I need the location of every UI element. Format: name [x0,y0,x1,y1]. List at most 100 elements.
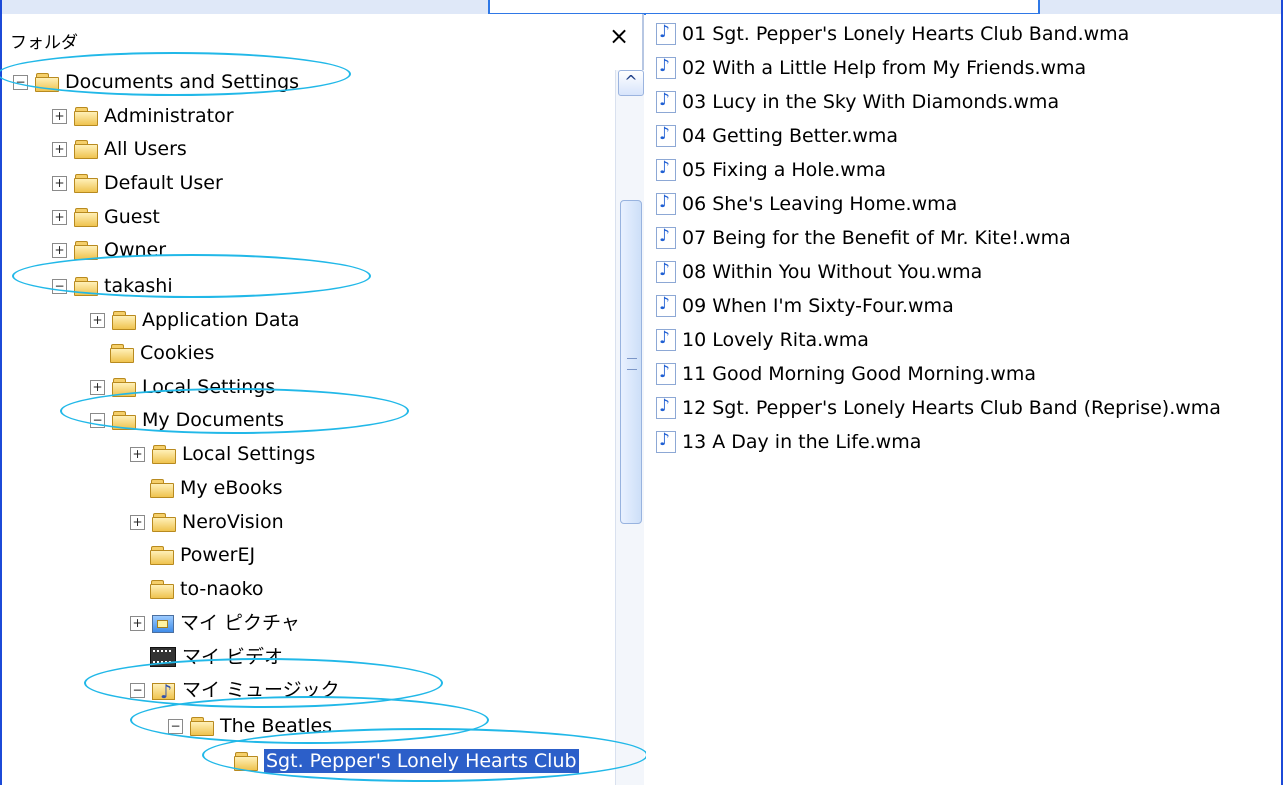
tree-item-takashi[interactable]: − takashi [52,270,173,302]
file-row[interactable]: ♪ 06 She's Leaving Home.wma [656,187,957,221]
expand-icon[interactable]: + [130,514,145,530]
tree-item-cookies[interactable]: Cookies [110,337,214,369]
file-row[interactable]: ♪ 05 Fixing a Hole.wma [656,153,886,187]
scrollbar-thumb[interactable] [620,200,642,524]
tree-item-label: PowerEJ [180,544,256,566]
file-name: 13 A Day in the Life.wma [682,431,922,453]
tree-item-local-settings-mydocs[interactable]: + Local Settings [130,438,315,470]
file-name: 07 Being for the Benefit of Mr. Kite!.wm… [682,227,1071,249]
tree-item-label: Documents and Settings [65,71,300,93]
folder-icon [190,717,214,736]
tree-item-the-beatles[interactable]: − The Beatles [168,710,332,742]
tree-item-nerovision[interactable]: + NeroVision [130,506,284,538]
file-row[interactable]: ♪ 09 When I'm Sixty-Four.wma [656,289,954,323]
audio-file-icon: ♪ [656,328,676,351]
audio-file-icon: ♪ [656,90,676,113]
file-row[interactable]: ♪ 01 Sgt. Pepper's Lonely Hearts Club Ba… [656,17,1129,51]
tree-item-label: Default User [104,172,223,194]
folder-icon [112,411,136,430]
expand-icon[interactable]: + [130,446,145,462]
folder-pane: フォルダ × − Documents and Settings + Admini… [2,14,644,785]
folder-tree: − Documents and Settings + Administrator… [2,14,615,785]
tree-item-label: takashi [104,275,173,297]
tree-item-documents-and-settings[interactable]: − Documents and Settings [13,66,299,98]
tree-item-label: Cookies [140,342,215,364]
folder-icon [150,580,174,599]
tree-item-my-music[interactable]: − マイ ミュージック [130,674,340,708]
file-row[interactable]: ♪ 11 Good Morning Good Morning.wma [656,357,1036,391]
file-row[interactable]: ♪ 02 With a Little Help from My Friends.… [656,51,1086,85]
expand-icon[interactable]: + [52,175,67,191]
tree-item-label: NeroVision [182,511,284,533]
file-name: 01 Sgt. Pepper's Lonely Hearts Club Band… [682,23,1130,45]
expand-icon[interactable]: + [90,312,105,328]
folder-icon [74,174,98,193]
tree-item-label: The Beatles [220,715,333,737]
tree-item-label: My eBooks [180,477,283,499]
expand-icon[interactable]: + [52,209,67,225]
file-name: 05 Fixing a Hole.wma [682,159,886,181]
folder-tree-scrollbar[interactable]: ^ [615,70,644,785]
file-row[interactable]: ♪ 10 Lovely Rita.wma [656,323,869,357]
file-name: 04 Getting Better.wma [682,125,899,147]
tree-item-all-users[interactable]: + All Users [52,133,187,165]
tree-item-label: All Users [104,138,187,160]
top-callout-box [488,0,1040,15]
expand-icon[interactable]: + [130,615,145,631]
tree-item-powerej[interactable]: PowerEJ [150,539,255,571]
audio-file-icon: ♪ [656,192,676,215]
tree-item-administrator[interactable]: + Administrator [52,100,234,132]
audio-file-icon: ♪ [656,158,676,181]
tree-item-guest[interactable]: + Guest [52,201,160,233]
folder-icon [150,479,174,498]
expand-icon[interactable]: + [90,379,105,395]
file-name: 10 Lovely Rita.wma [682,329,869,351]
tree-item-label: Administrator [104,105,234,127]
tree-item-label: Guest [104,206,160,228]
tree-item-local-settings[interactable]: + Local Settings [90,371,275,403]
videos-folder-icon [150,647,176,667]
scroll-up-icon[interactable]: ^ [618,70,644,96]
file-row[interactable]: ♪ 07 Being for the Benefit of Mr. Kite!.… [656,221,1071,255]
tree-item-my-documents[interactable]: − My Documents [90,404,284,436]
tree-item-to-naoko[interactable]: to-naoko [150,573,264,605]
folder-icon [234,752,258,771]
music-folder-icon [152,676,176,708]
folder-icon [74,241,98,260]
folder-icon [152,513,176,532]
expand-icon[interactable]: + [52,242,67,258]
tree-item-my-pictures[interactable]: + マイ ピクチャ [130,607,300,639]
file-row[interactable]: ♪ 13 A Day in the Life.wma [656,425,921,459]
audio-file-icon: ♪ [656,362,676,385]
file-row[interactable]: ♪ 03 Lucy in the Sky With Diamonds.wma [656,85,1059,119]
file-row[interactable]: ♪ 04 Getting Better.wma [656,119,898,153]
tree-item-label: Local Settings [142,376,276,398]
file-name: 12 Sgt. Pepper's Lonely Hearts Club Band… [682,397,1221,419]
expand-icon[interactable]: + [52,141,67,157]
tree-item-my-ebooks[interactable]: My eBooks [150,472,283,504]
audio-file-icon: ♪ [656,294,676,317]
tree-item-label: マイ ピクチャ [180,612,300,634]
audio-file-icon: ♪ [656,260,676,283]
file-row[interactable]: ♪ 12 Sgt. Pepper's Lonely Hearts Club Ba… [656,391,1221,425]
audio-file-icon: ♪ [656,56,676,79]
collapse-icon[interactable]: − [130,682,145,698]
collapse-icon[interactable]: − [90,412,105,428]
tree-item-sgt-pepper-selected[interactable]: Sgt. Pepper's Lonely Hearts Club [234,745,579,777]
collapse-icon[interactable]: − [52,278,67,294]
tree-item-application-data[interactable]: + Application Data [90,304,300,336]
tree-item-my-videos[interactable]: マイ ビデオ [150,641,283,673]
file-row[interactable]: ♪ 08 Within You Without You.wma [656,255,982,289]
folder-icon [110,344,134,363]
collapse-icon[interactable]: − [13,74,28,90]
file-name: 06 She's Leaving Home.wma [682,193,958,215]
audio-file-icon: ♪ [656,22,676,45]
audio-file-icon: ♪ [656,124,676,147]
tree-item-label: Owner [104,239,167,261]
file-name: 11 Good Morning Good Morning.wma [682,363,1036,385]
expand-icon[interactable]: + [52,108,67,124]
tree-item-label: マイ ミュージック [182,679,340,701]
tree-item-default-user[interactable]: + Default User [52,167,223,199]
collapse-icon[interactable]: − [168,718,183,734]
tree-item-owner[interactable]: + Owner [52,234,166,266]
